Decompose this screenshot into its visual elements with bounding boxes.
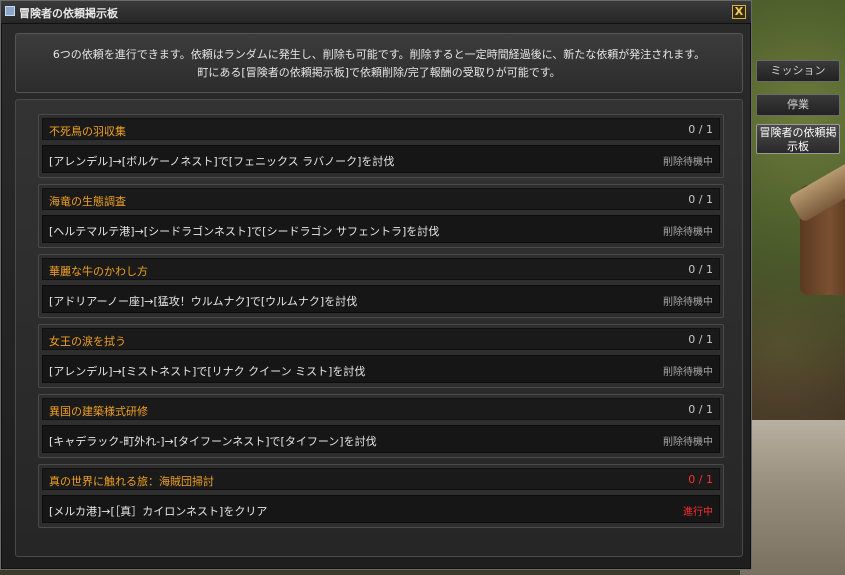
quest-status: 進行中 — [683, 507, 713, 518]
quest-description: [ヘルテマルテ港]→[シードラゴンネスト]で[シードラゴン サフェントラ]を討伐 — [49, 225, 440, 238]
quest-progress: 0 / 1 — [688, 193, 713, 206]
quest-title: 真の世界に触れる旅：海賊団掃討 — [49, 475, 214, 488]
quest-progress: 0 / 1 — [688, 263, 713, 276]
quest-header: 真の世界に触れる旅：海賊団掃討 0 / 1 — [42, 468, 720, 490]
quest-body: [アドリアーノー座]→[猛攻！ウルムナク]で[ウルムナク]を討伐 削除待機中 — [42, 285, 720, 313]
title-bar[interactable]: 冒険者の依頼掲示板 X — [1, 1, 751, 24]
quest-status: 削除待機中 — [663, 227, 713, 238]
quest-status: 削除待機中 — [663, 437, 713, 448]
quest-header: 海竜の生態調査 0 / 1 — [42, 188, 720, 210]
quest-description: [アレンデル]→[ミストネスト]で[リナク クイーン ミスト]を討伐 — [49, 365, 366, 378]
quest-description: [アレンデル]→[ボルケーノネスト]で[フェニックス ラバノーク]を討伐 — [49, 155, 395, 168]
quest-progress: 0 / 1 — [688, 123, 713, 136]
info-box: 6つの依頼を進行できます。依頼はランダムに発生し、削除も可能です。削除すると一定… — [15, 33, 743, 93]
quest-status: 削除待機中 — [663, 367, 713, 378]
tab-mission[interactable]: ミッション — [756, 60, 840, 82]
quest-description: [メルカ港]→[［真］カイロンネスト]をクリア — [49, 505, 268, 518]
quest-list: 不死鳥の羽収集 0 / 1 [アレンデル]→[ボルケーノネスト]で[フェニックス… — [15, 99, 743, 557]
quest-body: [アレンデル]→[ミストネスト]で[リナク クイーン ミスト]を討伐 削除待機中 — [42, 355, 720, 383]
quest-progress: 0 / 1 — [688, 403, 713, 416]
quest-title: 海竜の生態調査 — [49, 195, 126, 208]
close-button[interactable]: X — [732, 5, 746, 19]
quest-header: 異国の建築様式研修 0 / 1 — [42, 398, 720, 420]
quest-item-4[interactable]: 女王の涙を拭う 0 / 1 [アレンデル]→[ミストネスト]で[リナク クイーン… — [38, 324, 724, 388]
info-line-1: 6つの依頼を進行できます。依頼はランダムに発生し、削除も可能です。削除すると一定… — [52, 48, 706, 61]
quest-item-2[interactable]: 海竜の生態調査 0 / 1 [ヘルテマルテ港]→[シードラゴンネスト]で[シード… — [38, 184, 724, 248]
info-line-2: 町にある[冒険者の依頼掲示板]で依頼削除/完了報酬の受取りが可能です。 — [197, 66, 561, 79]
quest-title: 華麗な牛のかわし方 — [49, 265, 148, 278]
quest-description: [キャデラック-町外れ-]→[タイフーンネスト]で[タイフーン]を討伐 — [49, 435, 377, 448]
quest-description: [アドリアーノー座]→[猛攻！ウルムナク]で[ウルムナク]を討伐 — [49, 295, 358, 308]
quest-header: 女王の涙を拭う 0 / 1 — [42, 328, 720, 350]
window-title: 冒険者の依頼掲示板 — [19, 7, 118, 20]
quest-body: [アレンデル]→[ボルケーノネスト]で[フェニックス ラバノーク]を討伐 削除待… — [42, 145, 720, 173]
board-icon — [5, 6, 15, 16]
quest-body: [キャデラック-町外れ-]→[タイフーンネスト]で[タイフーン]を討伐 削除待機… — [42, 425, 720, 453]
tab-adventurer-board[interactable]: 冒険者の依頼掲示板 — [756, 124, 840, 154]
quest-body: [ヘルテマルテ港]→[シードラゴンネスト]で[シードラゴン サフェントラ]を討伐… — [42, 215, 720, 243]
quest-item-1[interactable]: 不死鳥の羽収集 0 / 1 [アレンデル]→[ボルケーノネスト]で[フェニックス… — [38, 114, 724, 178]
quest-title: 女王の涙を拭う — [49, 335, 126, 348]
quest-item-3[interactable]: 華麗な牛のかわし方 0 / 1 [アドリアーノー座]→[猛攻！ウルムナク]で[ウ… — [38, 254, 724, 318]
quest-item-5[interactable]: 異国の建築様式研修 0 / 1 [キャデラック-町外れ-]→[タイフーンネスト]… — [38, 394, 724, 458]
quest-status: 削除待機中 — [663, 297, 713, 308]
quest-body: [メルカ港]→[［真］カイロンネスト]をクリア 進行中 — [42, 495, 720, 523]
quest-title: 異国の建築様式研修 — [49, 405, 148, 418]
quest-item-6[interactable]: 真の世界に触れる旅：海賊団掃討 0 / 1 [メルカ港]→[［真］カイロンネスト… — [38, 464, 724, 528]
quest-status: 削除待機中 — [663, 157, 713, 168]
quest-board-window: 冒険者の依頼掲示板 X 6つの依頼を進行できます。依頼はランダムに発生し、削除も… — [0, 0, 752, 570]
quest-header: 華麗な牛のかわし方 0 / 1 — [42, 258, 720, 280]
quest-header: 不死鳥の羽収集 0 / 1 — [42, 118, 720, 140]
quest-progress: 0 / 1 — [688, 473, 713, 486]
quest-progress: 0 / 1 — [688, 333, 713, 346]
quest-title: 不死鳥の羽収集 — [49, 125, 126, 138]
tab-business[interactable]: 停業 — [756, 94, 840, 116]
ground-rocks — [740, 420, 845, 575]
